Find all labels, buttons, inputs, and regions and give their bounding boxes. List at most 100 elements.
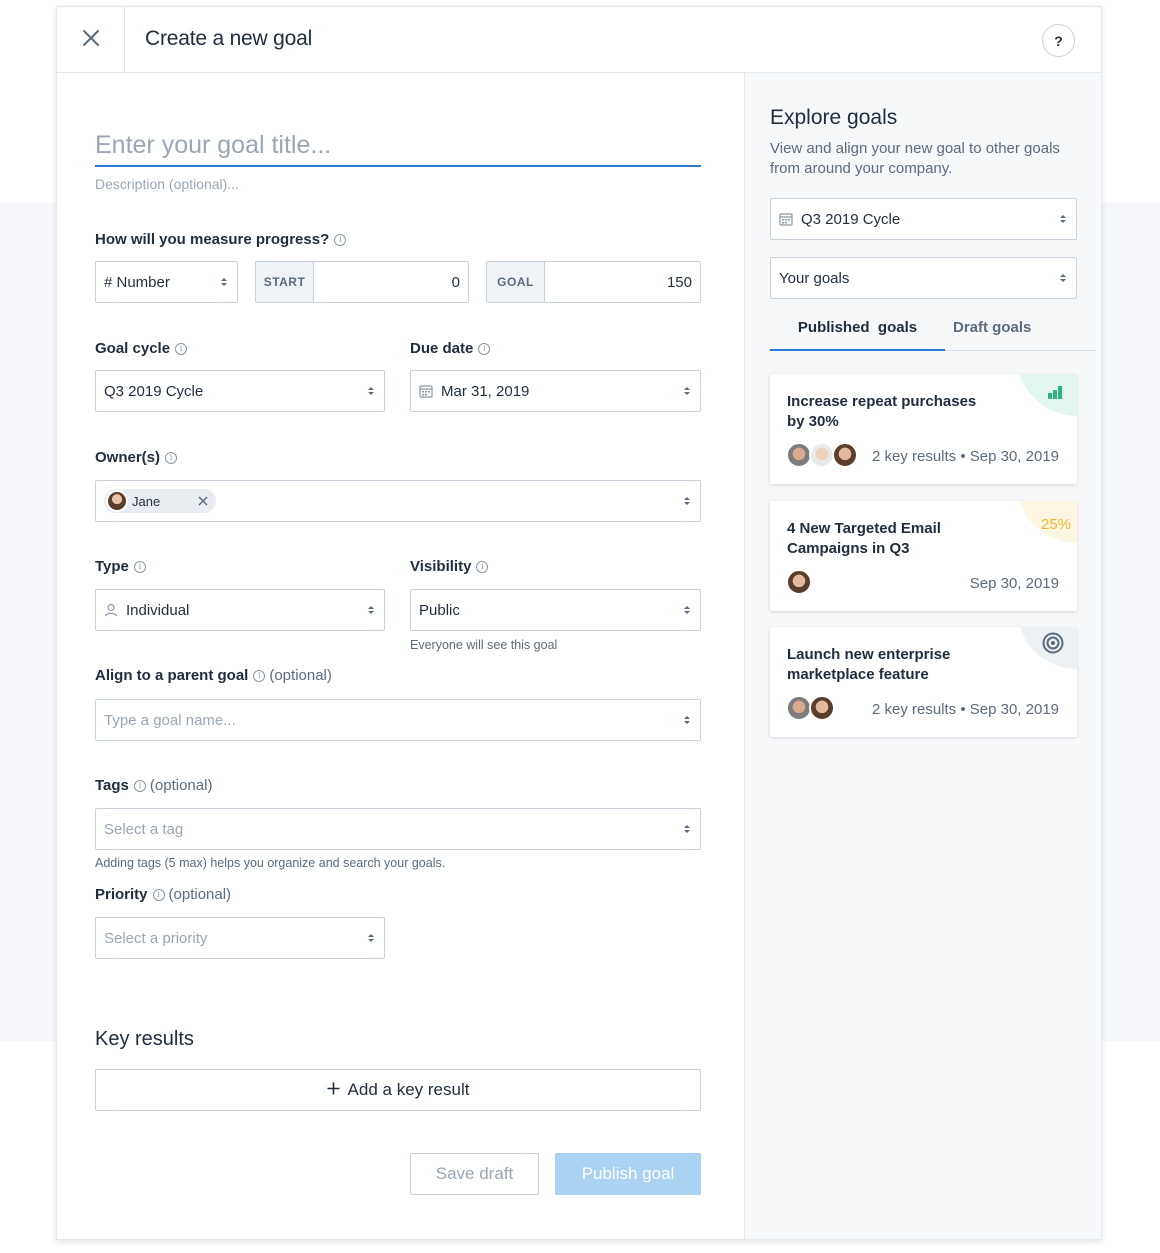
info-icon[interactable]: i [334, 233, 347, 246]
page-title: Create a new goal [145, 27, 313, 50]
select-caret-icon [1060, 274, 1066, 282]
goal-cycle-value: Q3 2019 Cycle [104, 382, 204, 400]
info-icon[interactable]: i [133, 779, 146, 792]
close-button[interactable] [57, 7, 125, 73]
owner-chip-name: Jane [132, 493, 161, 509]
priority-select[interactable]: Select a priority [95, 917, 385, 959]
goal-card[interactable]: 25% 4 New Targeted Email Campaigns in Q3… [770, 501, 1077, 611]
goal-card[interactable]: Increase repeat purchases by 30% 2 key r… [770, 374, 1077, 484]
measure-type-value: # Number [104, 273, 170, 291]
tags-select[interactable]: Select a tag [95, 808, 701, 850]
tags-label-text: Tags [95, 777, 129, 794]
goal-cycle-label-text: Goal cycle [95, 340, 171, 357]
close-icon [82, 29, 100, 52]
person-icon [104, 603, 118, 617]
info-icon[interactable]: i [478, 342, 491, 355]
tab-draft-goals[interactable]: Draft goals [953, 319, 1031, 351]
measure-type-select[interactable]: # Number [95, 261, 238, 303]
select-caret-icon [221, 278, 227, 286]
tags-hint: Adding tags (5 max) helps you organize a… [95, 856, 446, 870]
goal-card-title: Increase repeat purchases by 30% [787, 393, 977, 430]
select-caret-icon [684, 716, 690, 724]
select-caret-icon [684, 387, 690, 395]
explore-scope-select[interactable]: Your goals [770, 257, 1077, 299]
avatar [809, 695, 835, 721]
card-avatars [786, 442, 858, 468]
explore-goals-title: Explore goals [770, 106, 898, 129]
info-icon[interactable]: i [175, 342, 188, 355]
card-badge: 25% [1017, 501, 1077, 543]
select-caret-icon [1060, 215, 1066, 223]
explore-cycle-value: Q3 2019 Cycle [801, 210, 901, 228]
bar-chart-icon [1047, 385, 1063, 404]
goal-card-meta: 2 key results • Sep 30, 2019 [871, 448, 1059, 465]
type-label: Type i [95, 558, 146, 575]
goal-card-meta: Sep 30, 2019 [969, 575, 1059, 592]
info-icon[interactable]: i [152, 888, 165, 901]
target-icon [1042, 632, 1064, 659]
goal-card-title: 4 New Targeted Email Campaigns in Q3 [787, 520, 941, 557]
select-caret-icon [684, 606, 690, 614]
progress-percent: 25% [1041, 516, 1072, 533]
plus-icon [327, 1080, 340, 1100]
help-button[interactable]: ? [1042, 24, 1075, 57]
type-label-text: Type [95, 558, 129, 575]
goal-form: How will you measure progress? i # Numbe… [57, 73, 744, 1239]
parent-goal-label: Align to a parent goal i (optional) [95, 667, 332, 684]
card-avatars [786, 569, 812, 595]
owner-chip: Jane [104, 489, 217, 513]
calendar-icon [779, 212, 793, 226]
optional-text: (optional) [168, 886, 232, 903]
owners-select[interactable]: Jane [95, 480, 701, 522]
tags-placeholder: Select a tag [104, 820, 184, 838]
goal-card[interactable]: Launch new enterprise marketplace featur… [770, 627, 1077, 737]
publish-goal-button[interactable]: Publish goal [555, 1153, 701, 1195]
info-icon[interactable]: i [253, 669, 266, 682]
type-value: Individual [126, 601, 190, 619]
optional-text: (optional) [269, 667, 332, 684]
info-icon[interactable]: i [133, 560, 146, 573]
goal-description-input[interactable] [95, 174, 701, 194]
optional-text: (optional) [149, 777, 213, 794]
goal-value-group: GOAL [486, 261, 701, 303]
modal-header: Create a new goal ? [57, 7, 1101, 73]
avatar [832, 442, 858, 468]
info-icon[interactable]: i [476, 560, 489, 573]
goal-card-meta: 2 key results • Sep 30, 2019 [871, 701, 1059, 718]
start-tag: START [256, 262, 314, 302]
parent-goal-select[interactable]: Type a goal name... [95, 699, 701, 741]
tab-published-goals[interactable]: Published goals [770, 319, 945, 351]
explore-tabs: Published goals Draft goals [770, 319, 1096, 351]
goal-title-input[interactable] [95, 125, 701, 167]
start-value-group: START [255, 261, 469, 303]
select-caret-icon [684, 497, 690, 505]
due-date-label-text: Due date [410, 340, 474, 357]
info-icon[interactable]: i [165, 451, 178, 464]
add-key-result-button[interactable]: Add a key result [95, 1069, 701, 1111]
goal-tag: GOAL [487, 262, 545, 302]
due-date-label: Due date i [410, 340, 491, 357]
goal-cycle-select[interactable]: Q3 2019 Cycle [95, 370, 385, 412]
goal-value-input[interactable] [545, 262, 700, 302]
visibility-select[interactable]: Public [410, 589, 701, 631]
card-badge [1017, 374, 1077, 416]
save-draft-button[interactable]: Save draft [410, 1153, 539, 1195]
start-value-input[interactable] [314, 262, 468, 302]
parent-goal-label-text: Align to a parent goal [95, 667, 249, 684]
avatar [786, 569, 812, 595]
remove-owner-icon[interactable] [198, 496, 208, 506]
measure-progress-label-text: How will you measure progress? [95, 231, 330, 248]
due-date-select[interactable]: Mar 31, 2019 [410, 370, 701, 412]
select-caret-icon [684, 825, 690, 833]
goal-cycle-label: Goal cycle i [95, 340, 188, 357]
measure-progress-label: How will you measure progress? i [95, 231, 347, 248]
visibility-label-text: Visibility [410, 558, 472, 575]
tags-label: Tags i (optional) [95, 777, 212, 794]
select-caret-icon [368, 387, 374, 395]
card-avatars [786, 695, 835, 721]
goal-card-title: Launch new enterprise marketplace featur… [787, 646, 951, 683]
type-select[interactable]: Individual [95, 589, 385, 631]
explore-cycle-select[interactable]: Q3 2019 Cycle [770, 198, 1077, 240]
select-caret-icon [368, 606, 374, 614]
select-caret-icon [368, 934, 374, 942]
